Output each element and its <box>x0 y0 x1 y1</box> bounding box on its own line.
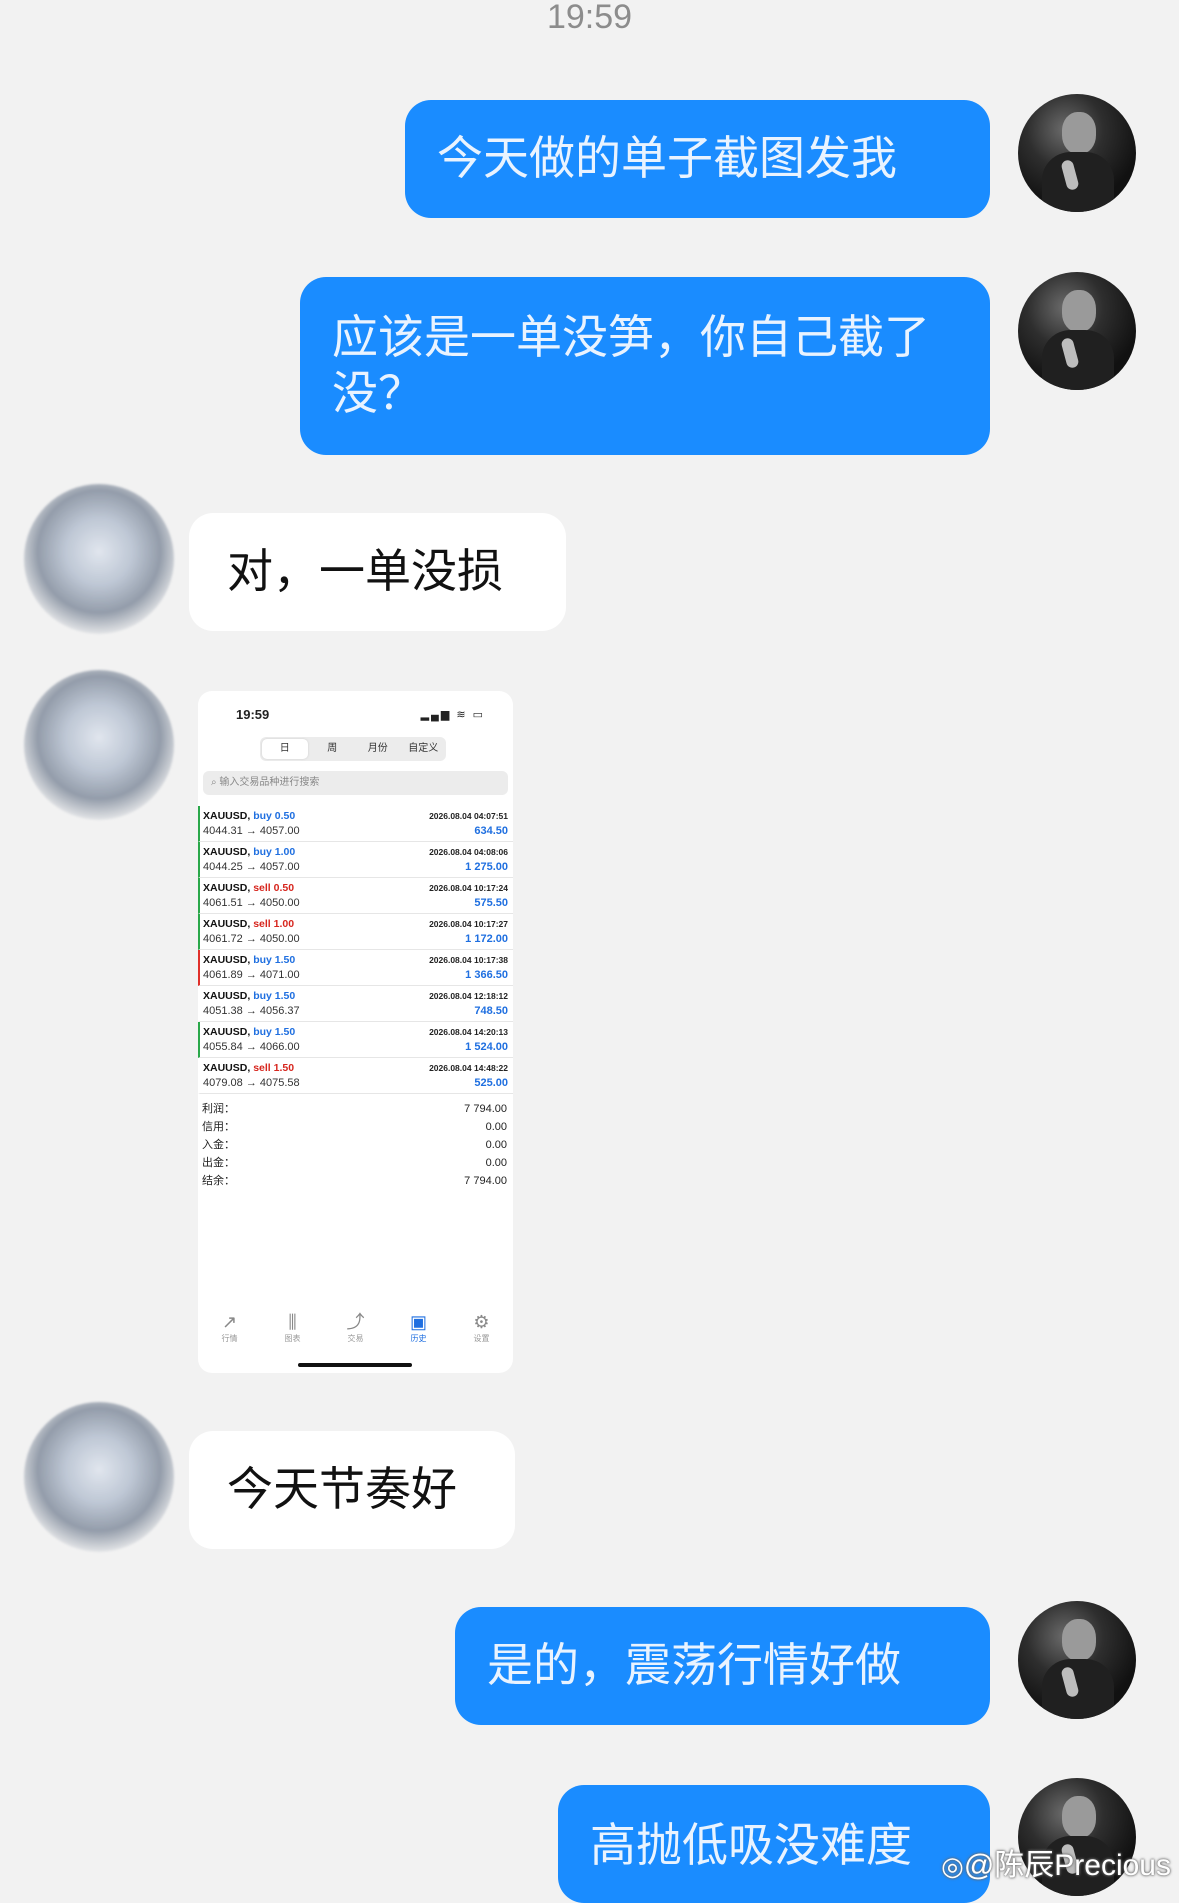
trade-profit: 575.50 <box>474 897 508 909</box>
screenshot-tab: ▣ 历史 <box>387 1311 450 1344</box>
trade-profit: 1 366.50 <box>465 969 508 981</box>
search-placeholder: 输入交易品种进行搜索 <box>219 777 320 788</box>
trade-side: sell 1.00 <box>253 918 295 930</box>
tab-icon: ↗ <box>221 1312 238 1332</box>
trade-prices: 4051.38 → 4056.37 <box>203 1005 300 1017</box>
segment-week: 周 <box>327 743 338 754</box>
trade-time: 2026.08.04 10:17:24 <box>429 883 508 893</box>
trade-time: 2026.08.04 04:08:06 <box>429 847 508 857</box>
period-segmented-control: 日 周 月份 自定义 <box>260 737 446 761</box>
my-avatar[interactable] <box>1018 94 1136 212</box>
trade-side: buy 1.50 <box>253 990 296 1002</box>
my-avatar[interactable] <box>1018 272 1136 390</box>
summary-row: 利润： 7 794.00 <box>202 1103 507 1115</box>
trade-profit: 1 275.00 <box>465 861 508 873</box>
message-bubble-out[interactable]: 应该是一单没笋，你自己截了没？ <box>300 277 990 455</box>
screenshot-tab: ⤴ 交易 <box>324 1311 387 1344</box>
screenshot-tab: ↗ 行情 <box>198 1311 261 1344</box>
message-bubble-out[interactable]: 高抛低吸没难度 <box>558 1785 990 1903</box>
trade-side: buy 0.50 <box>253 810 296 822</box>
trade-profit: 525.00 <box>474 1077 508 1089</box>
segment-custom: 自定义 <box>408 743 439 754</box>
trade-profit: 634.50 <box>474 825 508 837</box>
trade-side: sell 0.50 <box>253 882 295 894</box>
contact-avatar[interactable] <box>24 670 174 820</box>
trade-time: 2026.08.04 14:20:13 <box>429 1027 508 1037</box>
trade-time: 2026.08.04 14:48:22 <box>429 1063 508 1073</box>
message-text: 对，一单没损 <box>227 544 503 598</box>
trade-prices: 4061.72 → 4050.00 <box>203 933 300 945</box>
signal-wifi-battery-icon: ▂▄▆ ≋ ▭ <box>420 709 485 721</box>
trade-time: 2026.08.04 10:17:38 <box>429 955 508 965</box>
message-text: 应该是一单没笋，你自己截了没？ <box>332 310 930 420</box>
trade-side: buy 1.50 <box>253 1026 296 1038</box>
segment-month: 月份 <box>367 743 388 754</box>
message-text: 是的，震荡行情好做 <box>487 1638 901 1692</box>
account-summary: 利润： 7 794.00 信用： 0.00 入金： 0.00 出金： 0.00 结余： 7 794… <box>202 1100 507 1190</box>
message-bubble-in[interactable]: 对，一单没损 <box>189 513 566 631</box>
screenshot-search-field: ⌕ 输入交易品种进行搜索 <box>203 771 508 795</box>
trade-prices: 4061.51 → 4050.00 <box>203 897 300 909</box>
trade-profit: 1 172.00 <box>465 933 508 945</box>
screenshot-status-time: 19:59 <box>236 707 270 722</box>
summary-row: 结余： 7 794.00 <box>202 1175 507 1187</box>
trade-time: 2026.08.04 04:07:51 <box>429 811 508 821</box>
trade-side: buy 1.50 <box>253 954 296 966</box>
screenshot-tab: ⚙ 设置 <box>450 1311 513 1344</box>
contact-avatar[interactable] <box>24 484 174 634</box>
contact-avatar[interactable] <box>24 1402 174 1552</box>
weibo-icon: ◎ <box>941 1851 964 1881</box>
screenshot-tab-bar: ↗ 行情 ⫼ 图表 ⤴ 交易 ▣ 历史 ⚙ 设置 <box>198 1311 513 1344</box>
trade-row: XAUUSD, sell 1.00 4061.72 → 4050.00 2026.0… <box>198 914 513 950</box>
message-text: 今天节奏好 <box>227 1462 457 1516</box>
trade-row: XAUUSD, buy 1.50 4061.89 → 4071.00 2026.08… <box>198 950 513 986</box>
trade-profit: 1 524.00 <box>465 1041 508 1053</box>
message-bubble-in[interactable]: 今天节奏好 <box>189 1431 515 1549</box>
trade-row: XAUUSD, sell 0.50 4061.51 → 4050.00 2026.0… <box>198 878 513 914</box>
summary-row: 出金： 0.00 <box>202 1157 507 1169</box>
tab-icon: ⚙ <box>473 1312 490 1332</box>
watermark: ◎@陈辰Precious <box>941 1840 1171 1884</box>
trade-profit: 748.50 <box>474 1005 508 1017</box>
tab-icon: ⫼ <box>288 1312 297 1332</box>
home-indicator <box>298 1363 412 1367</box>
trade-symbol: XAUUSD, buy 0.50 <box>203 810 296 822</box>
message-text: 今天做的单子截图发我 <box>437 131 897 185</box>
trade-row: XAUUSD, sell 1.50 4079.08 → 4075.58 2026.0… <box>198 1058 513 1094</box>
status-time: 19:59 <box>546 0 633 36</box>
trade-symbol: XAUUSD, buy 1.50 <box>203 1026 296 1038</box>
screenshot-tab: ⫼ 图表 <box>261 1311 324 1344</box>
trade-symbol: XAUUSD, buy 1.50 <box>203 990 296 1002</box>
trade-row: XAUUSD, buy 1.50 4051.38 → 4056.37 2026.08… <box>198 986 513 1022</box>
trade-symbol: XAUUSD, sell 1.50 <box>203 1062 295 1074</box>
summary-row: 入金： 0.00 <box>202 1139 507 1151</box>
trade-row: XAUUSD, buy 1.50 4055.84 → 4066.00 2026.08… <box>198 1022 513 1058</box>
trade-prices: 4044.25 → 4057.00 <box>203 861 300 873</box>
trade-symbol: XAUUSD, buy 1.00 <box>203 846 296 858</box>
trade-history-screenshot[interactable]: 19:59 ▂▄▆ ≋ ▭ 日 周 月份 自定义 ⌕ 输入交易品种进行搜索 XA… <box>198 691 513 1373</box>
segment-day: 日 <box>262 739 308 759</box>
message-bubble-out[interactable]: 今天做的单子截图发我 <box>405 100 990 218</box>
trade-prices: 4061.89 → 4071.00 <box>203 969 300 981</box>
trade-time: 2026.08.04 10:17:27 <box>429 919 508 929</box>
trade-prices: 4079.08 → 4075.58 <box>203 1077 300 1089</box>
trade-prices: 4055.84 → 4066.00 <box>203 1041 300 1053</box>
my-avatar[interactable] <box>1018 1601 1136 1719</box>
message-text: 高抛低吸没难度 <box>590 1818 912 1872</box>
summary-row: 信用： 0.00 <box>202 1121 507 1133</box>
trade-time: 2026.08.04 12:18:12 <box>429 991 508 1001</box>
trade-symbol: XAUUSD, sell 1.00 <box>203 918 295 930</box>
tab-icon: ⤴ <box>346 1312 365 1332</box>
trade-side: buy 1.00 <box>253 846 296 858</box>
trade-row: XAUUSD, buy 1.00 4044.25 → 4057.00 2026.08… <box>198 842 513 878</box>
trade-row: XAUUSD, buy 0.50 4044.31 → 4057.00 2026.08… <box>198 806 513 842</box>
trade-prices: 4044.31 → 4057.00 <box>203 825 300 837</box>
tab-icon: ▣ <box>409 1312 427 1332</box>
trade-side: sell 1.50 <box>253 1062 295 1074</box>
trade-symbol: XAUUSD, sell 0.50 <box>203 882 295 894</box>
watermark-text: @陈辰Precious <box>963 1849 1171 1882</box>
trade-symbol: XAUUSD, buy 1.50 <box>203 954 296 966</box>
message-bubble-out[interactable]: 是的，震荡行情好做 <box>455 1607 990 1725</box>
trade-list: XAUUSD, buy 0.50 4044.31 → 4057.00 2026.08… <box>198 806 513 1094</box>
